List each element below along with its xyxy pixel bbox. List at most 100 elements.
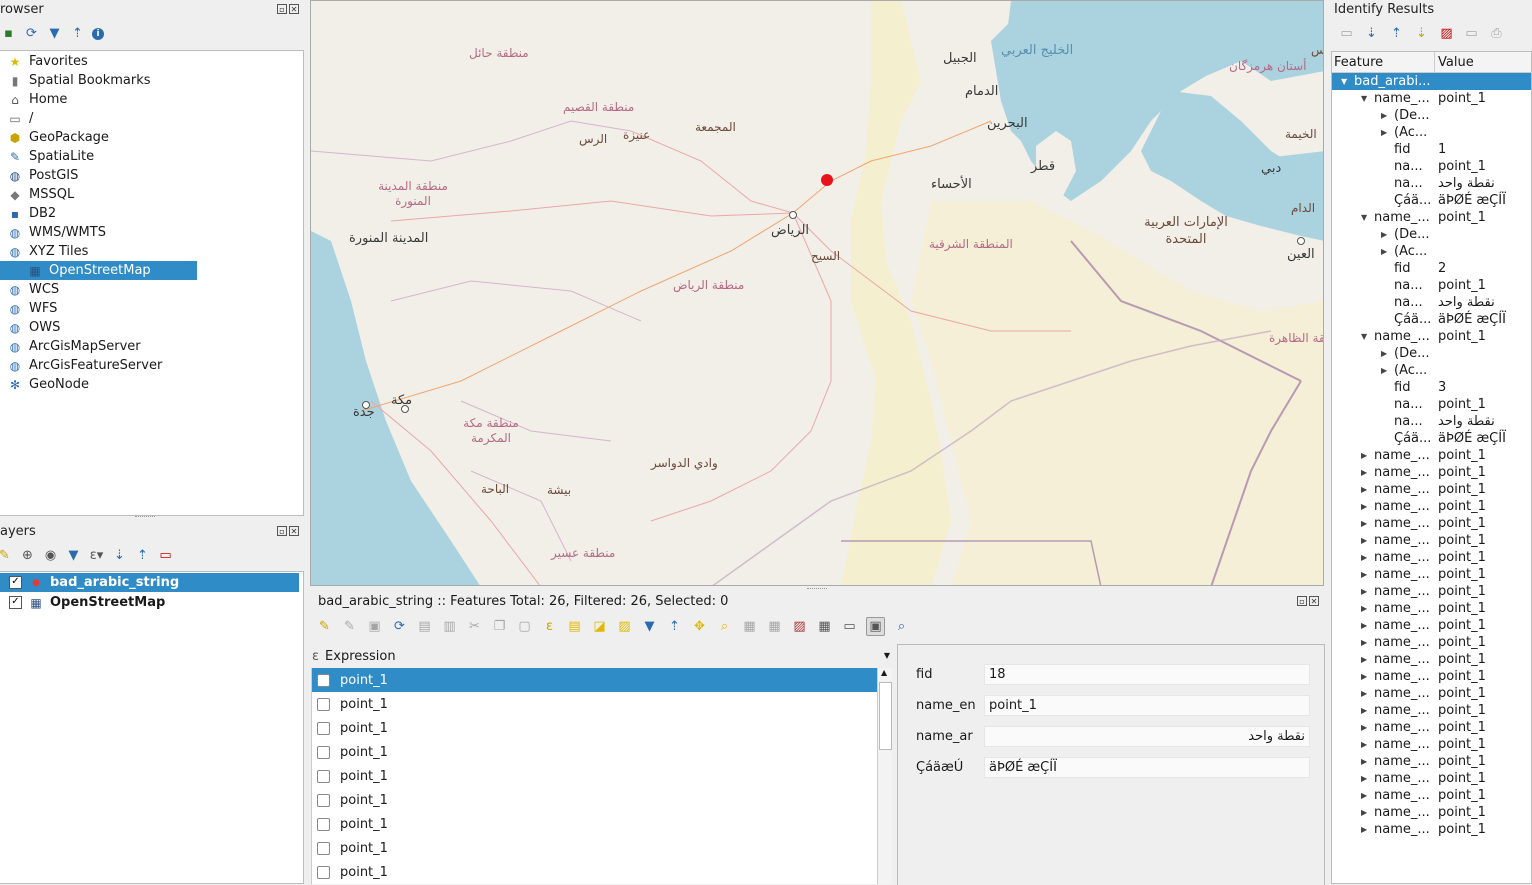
list-item[interactable]: point_1 bbox=[312, 668, 878, 692]
browser-item-xyz-tiles[interactable]: ◍ XYZ Tiles bbox=[0, 242, 303, 261]
column-value[interactable]: Value bbox=[1438, 55, 1474, 70]
column-feature[interactable]: Feature bbox=[1334, 55, 1383, 70]
field-calculator-icon[interactable]: ▨ bbox=[791, 618, 808, 635]
deselect-icon[interactable]: ▨ bbox=[616, 618, 633, 635]
identify-attr-row[interactable]: na... نقطة واحد bbox=[1332, 294, 1531, 311]
collapse-all-icon[interactable]: ⇡ bbox=[1388, 25, 1405, 42]
chevron-right-icon[interactable]: ▶ bbox=[1361, 451, 1367, 460]
new-field-icon[interactable]: ▦ bbox=[741, 618, 758, 635]
list-item[interactable]: point_1 bbox=[312, 764, 878, 788]
chevron-right-icon[interactable]: ▶ bbox=[1361, 621, 1367, 630]
identify-attr-row[interactable]: Çáä... äÞØÉ æÇÍÏ bbox=[1332, 430, 1531, 447]
chevron-right-icon[interactable]: ▶ bbox=[1361, 723, 1367, 732]
remove-layer-icon[interactable]: ▭ bbox=[157, 547, 174, 564]
browser-item-db2[interactable]: ▪ DB2 bbox=[0, 204, 303, 223]
list-item[interactable]: point_1 bbox=[312, 716, 878, 740]
identify-feature-row[interactable]: ▶ name_... point_1 bbox=[1332, 617, 1531, 634]
field-value-input[interactable]: point_1 bbox=[984, 695, 1310, 716]
identify-layer-row[interactable]: ▼ bad_arabi... bbox=[1332, 73, 1531, 90]
chevron-right-icon[interactable]: ▶ bbox=[1361, 689, 1367, 698]
identify-feature-row[interactable]: ▶ name_... point_1 bbox=[1332, 685, 1531, 702]
field-value-input[interactable]: نقطة واحد bbox=[984, 726, 1310, 747]
browser-item-ows[interactable]: ◍ OWS bbox=[0, 318, 303, 337]
copy-icon[interactable]: ❐ bbox=[491, 618, 508, 635]
chevron-right-icon[interactable]: ▶ bbox=[1361, 791, 1367, 800]
add-feature-icon[interactable]: ▤ bbox=[416, 618, 433, 635]
list-item[interactable]: point_1 bbox=[312, 740, 878, 764]
browser-item-spatialite[interactable]: ✎ SpatiaLite bbox=[0, 147, 303, 166]
chevron-right-icon[interactable]: ▶ bbox=[1361, 553, 1367, 562]
row-checkbox[interactable] bbox=[317, 865, 330, 879]
filter-icon[interactable]: ▼ bbox=[65, 547, 82, 564]
add-icon[interactable]: ▪ bbox=[0, 25, 17, 42]
identify-feature-row[interactable]: ▶ name_... point_1 bbox=[1332, 498, 1531, 515]
identify-feature-row[interactable]: ▶ name_... point_1 bbox=[1332, 583, 1531, 600]
identify-attr-row[interactable]: fid 1 bbox=[1332, 141, 1531, 158]
float-icon[interactable]: ▫ bbox=[1297, 596, 1307, 606]
chevron-down-icon[interactable]: ▼ bbox=[1361, 213, 1367, 222]
browser-item-geopackage[interactable]: ⬢ GeoPackage bbox=[0, 128, 303, 147]
identify-feature-row[interactable]: ▶ name_... point_1 bbox=[1332, 481, 1531, 498]
chevron-right-icon[interactable]: ▶ bbox=[1361, 757, 1367, 766]
map-canvas[interactable]: منطقة حائل الخليج العربي أستان هرمزگان ا… bbox=[310, 0, 1324, 586]
row-checkbox[interactable] bbox=[317, 817, 330, 831]
visibility-icon[interactable]: ◉ bbox=[42, 547, 59, 564]
browser-item-postgis[interactable]: ◍ PostGIS bbox=[0, 166, 303, 185]
chevron-right-icon[interactable]: ▶ bbox=[1361, 570, 1367, 579]
browser-item-wfs[interactable]: ◍ WFS bbox=[0, 299, 303, 318]
identify-feature-row[interactable]: ▶ name_... point_1 bbox=[1332, 668, 1531, 685]
add-group-icon[interactable]: ⊕ bbox=[19, 547, 36, 564]
browser-item-openstreetmap[interactable]: ▦ OpenStreetMap bbox=[0, 261, 197, 280]
conditional-formatting-icon[interactable]: ▦ bbox=[816, 618, 833, 635]
close-icon[interactable]: ✕ bbox=[1309, 596, 1319, 606]
row-checkbox[interactable] bbox=[317, 673, 330, 687]
splitter-handle[interactable] bbox=[135, 516, 155, 520]
chevron-right-icon[interactable]: ▶ bbox=[1361, 808, 1367, 817]
list-item[interactable]: point_1 bbox=[312, 812, 878, 836]
identify-feature-row[interactable]: ▶ name_... point_1 bbox=[1332, 719, 1531, 736]
copy-feature-icon[interactable]: ▭ bbox=[1463, 25, 1480, 42]
chevron-right-icon[interactable]: ▶ bbox=[1381, 366, 1387, 375]
copy-icon[interactable]: ▭ bbox=[1338, 25, 1355, 42]
field-value-input[interactable]: 18 bbox=[984, 664, 1310, 685]
multi-edit-icon[interactable]: ✎ bbox=[341, 618, 358, 635]
row-checkbox[interactable] bbox=[317, 841, 330, 855]
collapse-all-icon[interactable]: ⇡ bbox=[134, 547, 151, 564]
identify-derived-row[interactable]: ▶ (De... bbox=[1332, 107, 1531, 124]
chevron-right-icon[interactable]: ▶ bbox=[1361, 536, 1367, 545]
identify-derived-row[interactable]: ▶ (De... bbox=[1332, 226, 1531, 243]
browser-item-arcgismapserver[interactable]: ◍ ArcGisMapServer bbox=[0, 337, 303, 356]
expand-all-icon[interactable]: ⇣ bbox=[111, 547, 128, 564]
scroll-up-icon[interactable]: ▲ bbox=[881, 668, 887, 677]
chevron-right-icon[interactable]: ▶ bbox=[1361, 587, 1367, 596]
float-icon[interactable]: ▫ bbox=[277, 526, 287, 536]
browser-item-[interactable]: ▭ / bbox=[0, 109, 303, 128]
chevron-right-icon[interactable]: ▶ bbox=[1361, 825, 1367, 834]
identify-feature-row[interactable]: ▶ name_... point_1 bbox=[1332, 651, 1531, 668]
info-icon[interactable]: i bbox=[92, 27, 104, 40]
refresh-icon[interactable]: ⟳ bbox=[23, 25, 40, 42]
browser-item-favorites[interactable]: ★ Favorites bbox=[0, 52, 303, 71]
identify-feature-row[interactable]: ▶ name_... point_1 bbox=[1332, 736, 1531, 753]
identify-actions-row[interactable]: ▶ (Ac... bbox=[1332, 243, 1531, 260]
chevron-right-icon[interactable]: ▶ bbox=[1381, 349, 1387, 358]
chevron-right-icon[interactable]: ▶ bbox=[1361, 519, 1367, 528]
identify-tree[interactable]: Feature Value ▼ bad_arabi... ▼ name_... poin… bbox=[1331, 51, 1532, 884]
browser-item-arcgisfeatureserver[interactable]: ◍ ArcGisFeatureServer bbox=[0, 356, 303, 375]
expand-new-icon[interactable]: ⇣ bbox=[1413, 25, 1430, 42]
collapse-all-icon[interactable]: ⇡ bbox=[69, 25, 86, 42]
identify-feature-row[interactable]: ▶ name_... point_1 bbox=[1332, 753, 1531, 770]
chevron-right-icon[interactable]: ▶ bbox=[1361, 655, 1367, 664]
expression-selector[interactable]: ε Expression ▼ bbox=[312, 645, 892, 667]
feature-point[interactable] bbox=[821, 174, 833, 186]
table-view-icon[interactable]: ⌕ bbox=[893, 618, 910, 635]
save-edits-icon[interactable]: ▣ bbox=[366, 618, 383, 635]
chevron-down-icon[interactable]: ▼ bbox=[1341, 77, 1347, 86]
layers-tree[interactable]: ✓ ● bad_arabic_string ✓ ▦ OpenStreetMap bbox=[0, 571, 304, 884]
identify-attr-row[interactable]: Çáä... äÞØÉ æÇÍÏ bbox=[1332, 311, 1531, 328]
identify-attr-row[interactable]: na... point_1 bbox=[1332, 158, 1531, 175]
identify-attr-row[interactable]: na... نقطة واحد bbox=[1332, 175, 1531, 192]
identify-feature-row[interactable]: ▶ name_... point_1 bbox=[1332, 821, 1531, 838]
identify-feature-row[interactable]: ▼ name_... point_1 bbox=[1332, 90, 1531, 107]
browser-item-home[interactable]: ⌂ Home bbox=[0, 90, 303, 109]
